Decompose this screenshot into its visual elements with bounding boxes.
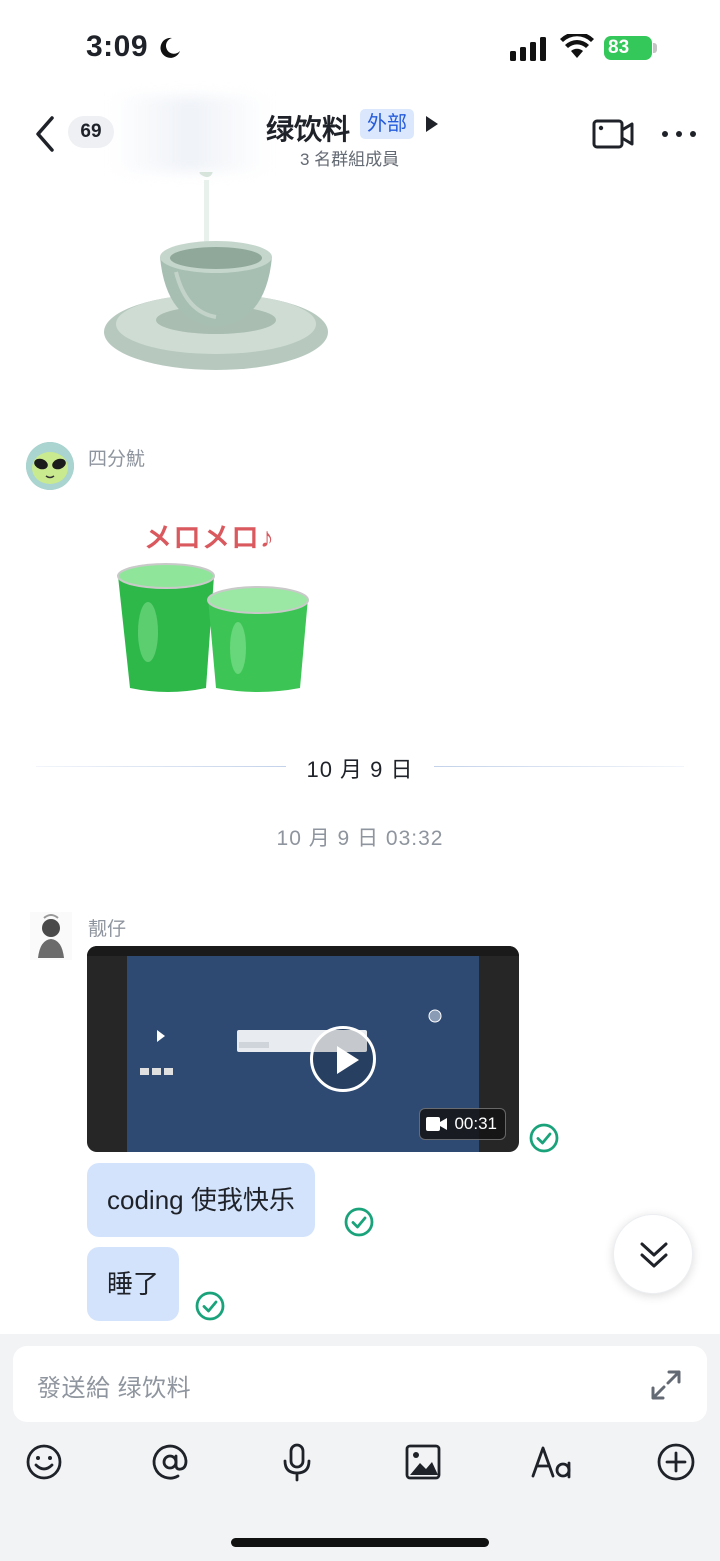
- image-icon[interactable]: [403, 1442, 443, 1482]
- check-circle-icon: [529, 1123, 559, 1153]
- plus-circle-icon[interactable]: [656, 1442, 696, 1482]
- green-soda-sticker[interactable]: メロメロ♪: [108, 502, 338, 702]
- avatar[interactable]: [26, 442, 74, 490]
- blurred-region: [110, 96, 270, 172]
- text-message-bubble[interactable]: coding 使我快乐: [87, 1163, 315, 1237]
- chat-title[interactable]: 绿饮料: [266, 108, 350, 148]
- soda-glasses-image: [117, 563, 309, 692]
- sticker-text: メロメロ♪: [144, 522, 276, 553]
- video-message[interactable]: 00:31: [87, 946, 519, 1152]
- divider-line-right: [434, 766, 684, 767]
- text-format-icon[interactable]: [530, 1442, 574, 1482]
- back-chevron-icon[interactable]: [30, 114, 64, 154]
- external-tag: 外部: [360, 109, 414, 139]
- home-indicator[interactable]: [231, 1538, 489, 1547]
- signal-icon: [510, 37, 546, 61]
- alien-avatar-icon: [26, 442, 74, 490]
- message-input[interactable]: 發送給 绿饮料: [13, 1346, 707, 1422]
- emoji-icon[interactable]: [24, 1442, 64, 1482]
- message-timestamp: 10 月 9 日 03:32: [276, 827, 444, 850]
- more-dots-icon[interactable]: [660, 120, 698, 148]
- scroll-to-bottom-button[interactable]: [613, 1214, 693, 1294]
- sender-name: 四分魷: [88, 449, 146, 470]
- wifi-icon: [560, 34, 594, 58]
- title-arrow-icon[interactable]: [426, 116, 438, 132]
- battery-indicator: 83: [604, 36, 652, 60]
- sketch-avatar-icon: [30, 912, 72, 960]
- expand-icon[interactable]: [649, 1368, 683, 1402]
- check-circle-icon: [195, 1291, 225, 1321]
- microphone-icon[interactable]: [277, 1442, 317, 1482]
- sender-name: 靓仔: [88, 919, 127, 940]
- battery-tip: [653, 43, 657, 53]
- message-composer: 發送給 绿饮料: [0, 1334, 720, 1561]
- mention-icon[interactable]: [150, 1442, 190, 1482]
- video-thumbnail: 00:31: [127, 956, 506, 1152]
- video-camera-icon[interactable]: [592, 118, 634, 150]
- text-message-bubble[interactable]: 睡了: [87, 1247, 180, 1321]
- video-top-bar: [87, 946, 519, 956]
- play-icon[interactable]: [310, 1026, 376, 1092]
- check-circle-icon: [344, 1207, 374, 1237]
- duration-text: 00:31: [454, 1114, 497, 1133]
- status-time: 3:09: [86, 30, 149, 63]
- avatar[interactable]: [30, 912, 72, 960]
- date-divider-text: 10 月 9 日: [306, 757, 414, 782]
- chat-header: 69 绿饮料 外部 3 名群組成員: [0, 96, 720, 172]
- video-duration: 00:31: [419, 1108, 506, 1140]
- message-list[interactable]: 四分魷 メロメロ♪ 10 月 9 日 10 月 9 日 03:32 靓仔 00:…: [0, 172, 720, 1334]
- video-camera-icon: [426, 1117, 448, 1131]
- status-bar: 3:09 83: [0, 0, 720, 96]
- unread-count-badge[interactable]: 69: [68, 116, 114, 148]
- moon-icon: [160, 37, 180, 58]
- member-count[interactable]: 3 名群組成員: [300, 145, 399, 170]
- input-placeholder: 發送給 绿饮料: [37, 1375, 192, 1402]
- date-divider: 10 月 9 日: [36, 752, 684, 782]
- double-chevron-down-icon: [640, 1242, 668, 1268]
- tea-cup-image[interactable]: [96, 172, 336, 392]
